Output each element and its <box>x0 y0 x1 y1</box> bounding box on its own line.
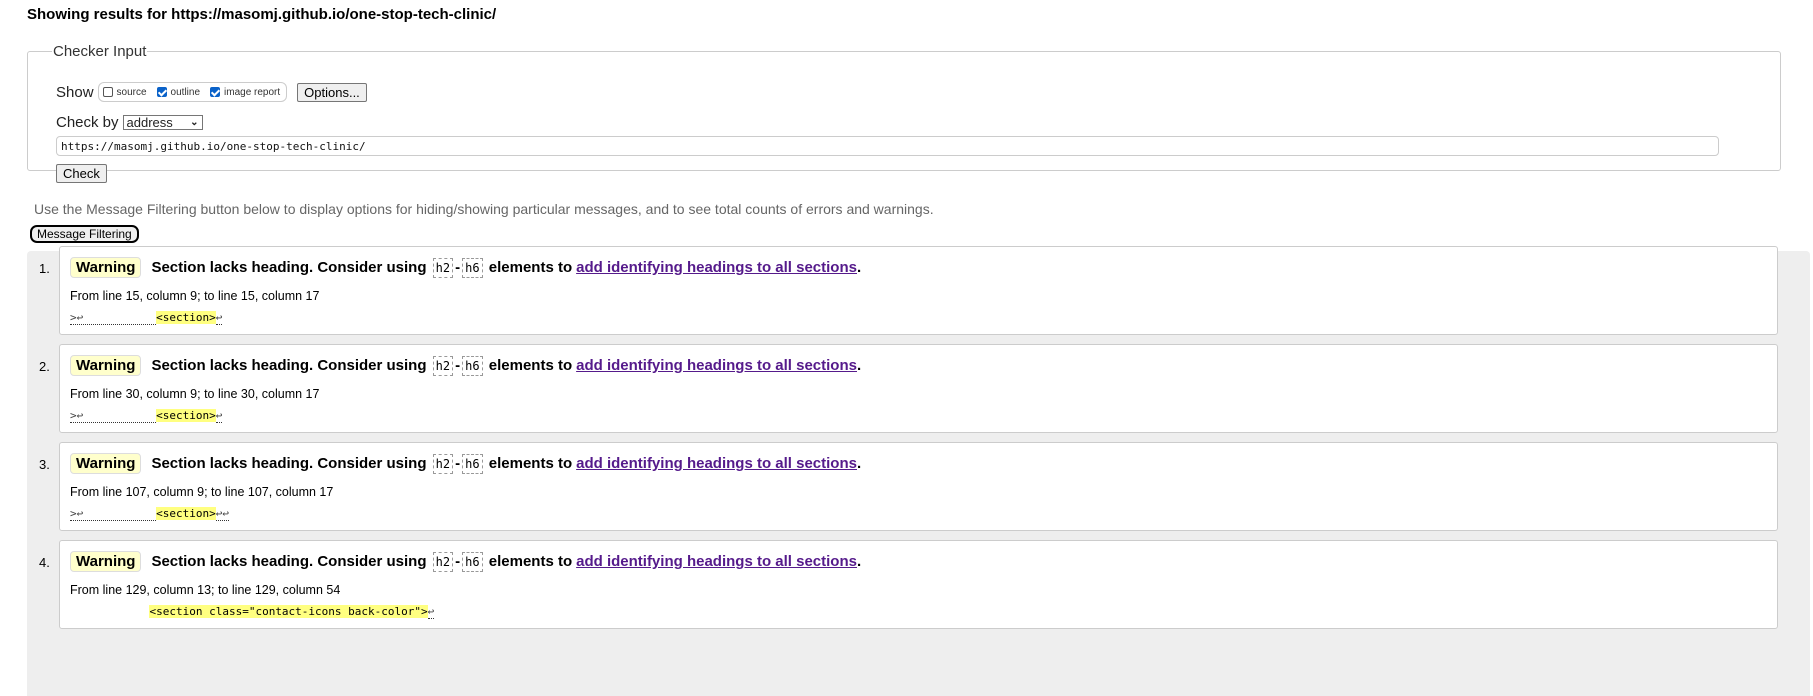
dash: - <box>455 553 461 570</box>
message-number: 1. <box>39 261 50 276</box>
extract-prefix: >↩ <box>70 409 157 423</box>
period: . <box>856 553 862 570</box>
dash: - <box>455 455 461 472</box>
chevron-down-icon: ⌄ <box>190 117 199 128</box>
message-number: 4. <box>39 555 50 570</box>
message-location: From line 30, column 9; to line 30, colu… <box>70 387 320 401</box>
message-filtering-button[interactable]: Message Filtering <box>30 225 139 243</box>
extract-highlight: <section> <box>156 311 216 324</box>
url-input[interactable]: https://masomj.github.io/one-stop-tech-c… <box>56 136 1719 156</box>
message-title: Warning Section lacks heading. Consider … <box>70 257 861 278</box>
code-extract: >↩ <section>↩ <box>70 311 223 325</box>
headings-link[interactable]: add identifying headings to all sections <box>576 259 857 276</box>
message-text: Section lacks heading. Consider using <box>151 357 427 374</box>
outline-label: outline <box>170 86 201 98</box>
image-report-checkbox[interactable] <box>210 87 221 97</box>
results-panel: 1. Warning Section lacks heading. Consid… <box>27 246 1810 696</box>
message-location: From line 107, column 9; to line 107, co… <box>70 485 334 499</box>
headings-link[interactable]: add identifying headings to all sections <box>576 553 857 570</box>
warning-badge: Warning <box>70 453 142 474</box>
extract-prefix <box>70 605 149 618</box>
check-by-label: Check by <box>56 114 119 131</box>
check-by-value: address <box>126 115 173 130</box>
dash: - <box>455 357 461 374</box>
message-text: Section lacks heading. Consider using <box>151 553 427 570</box>
extract-suffix: ↩ <box>427 605 435 619</box>
extract-highlight: <section> <box>156 409 216 422</box>
image-report-label: image report <box>224 86 281 98</box>
message-number: 2. <box>39 359 50 374</box>
checker-input-fieldset: Checker Input Show source outline image … <box>27 43 1781 183</box>
period: . <box>856 455 862 472</box>
dash: - <box>455 259 461 276</box>
code-h2: h2 <box>432 257 454 278</box>
headings-link[interactable]: add identifying headings to all sections <box>576 455 857 472</box>
show-row: Show source outline image report Options… <box>56 82 367 102</box>
code-extract: <section class="contact-icons back-color… <box>70 605 435 619</box>
message-text-2: elements to <box>488 357 573 374</box>
show-label: Show <box>56 83 94 101</box>
extract-highlight: <section> <box>156 507 216 520</box>
show-outline-option[interactable]: outline <box>156 86 201 98</box>
message-text-2: elements to <box>488 455 573 472</box>
message-number: 3. <box>39 457 50 472</box>
extract-suffix: ↩ <box>215 409 223 423</box>
code-h6: h6 <box>462 453 483 474</box>
code-h6: h6 <box>462 551 483 572</box>
check-button[interactable]: Check <box>56 164 107 183</box>
extract-highlight: <section class="contact-icons back-color… <box>149 605 428 618</box>
code-h2: h2 <box>432 453 454 474</box>
headings-link[interactable]: add identifying headings to all sections <box>576 357 857 374</box>
code-extract: >↩ <section>↩↩ <box>70 507 229 521</box>
message-title: Warning Section lacks heading. Consider … <box>70 355 861 376</box>
code-h2: h2 <box>432 355 454 376</box>
message-location: From line 15, column 9; to line 15, colu… <box>70 289 320 303</box>
show-image-report-option[interactable]: image report <box>210 87 280 98</box>
message-item: 4. Warning Section lacks heading. Consid… <box>39 540 1778 629</box>
warning-badge: Warning <box>70 551 142 572</box>
source-checkbox[interactable] <box>102 87 113 97</box>
warning-badge: Warning <box>70 257 142 278</box>
show-options-group: source outline image report <box>97 82 288 102</box>
message-title: Warning Section lacks heading. Consider … <box>70 551 861 572</box>
show-source-option[interactable]: source <box>102 86 147 98</box>
code-h6: h6 <box>462 257 483 278</box>
message-item: 2. Warning Section lacks heading. Consid… <box>39 344 1778 433</box>
code-h2: h2 <box>432 551 454 572</box>
code-h6: h6 <box>462 355 483 376</box>
source-label: source <box>116 86 147 98</box>
page-heading: Showing results for https://masomj.githu… <box>27 6 497 23</box>
message-location: From line 129, column 13; to line 129, c… <box>70 583 341 597</box>
filtering-info-text: Use the Message Filtering button below t… <box>34 201 934 217</box>
extract-prefix: >↩ <box>70 311 157 325</box>
options-button[interactable]: Options... <box>297 82 367 102</box>
outline-checkbox[interactable] <box>156 87 167 97</box>
check-by-select[interactable]: address ⌄ <box>122 115 203 130</box>
code-extract: >↩ <section>↩ <box>70 409 223 423</box>
check-by-row: Check by address ⌄ <box>56 114 203 131</box>
message-text-2: elements to <box>488 259 573 276</box>
message-item: 1. Warning Section lacks heading. Consid… <box>39 246 1778 335</box>
warning-badge: Warning <box>70 355 142 376</box>
extract-suffix: ↩ <box>215 311 223 325</box>
period: . <box>856 259 862 276</box>
message-text-2: elements to <box>488 553 573 570</box>
period: . <box>856 357 862 374</box>
message-item: 3. Warning Section lacks heading. Consid… <box>39 442 1778 531</box>
message-text: Section lacks heading. Consider using <box>151 455 427 472</box>
extract-prefix: >↩ <box>70 507 157 521</box>
message-title: Warning Section lacks heading. Consider … <box>70 453 861 474</box>
message-text: Section lacks heading. Consider using <box>151 259 427 276</box>
checker-input-legend: Checker Input <box>53 43 147 60</box>
extract-suffix: ↩↩ <box>215 507 229 521</box>
